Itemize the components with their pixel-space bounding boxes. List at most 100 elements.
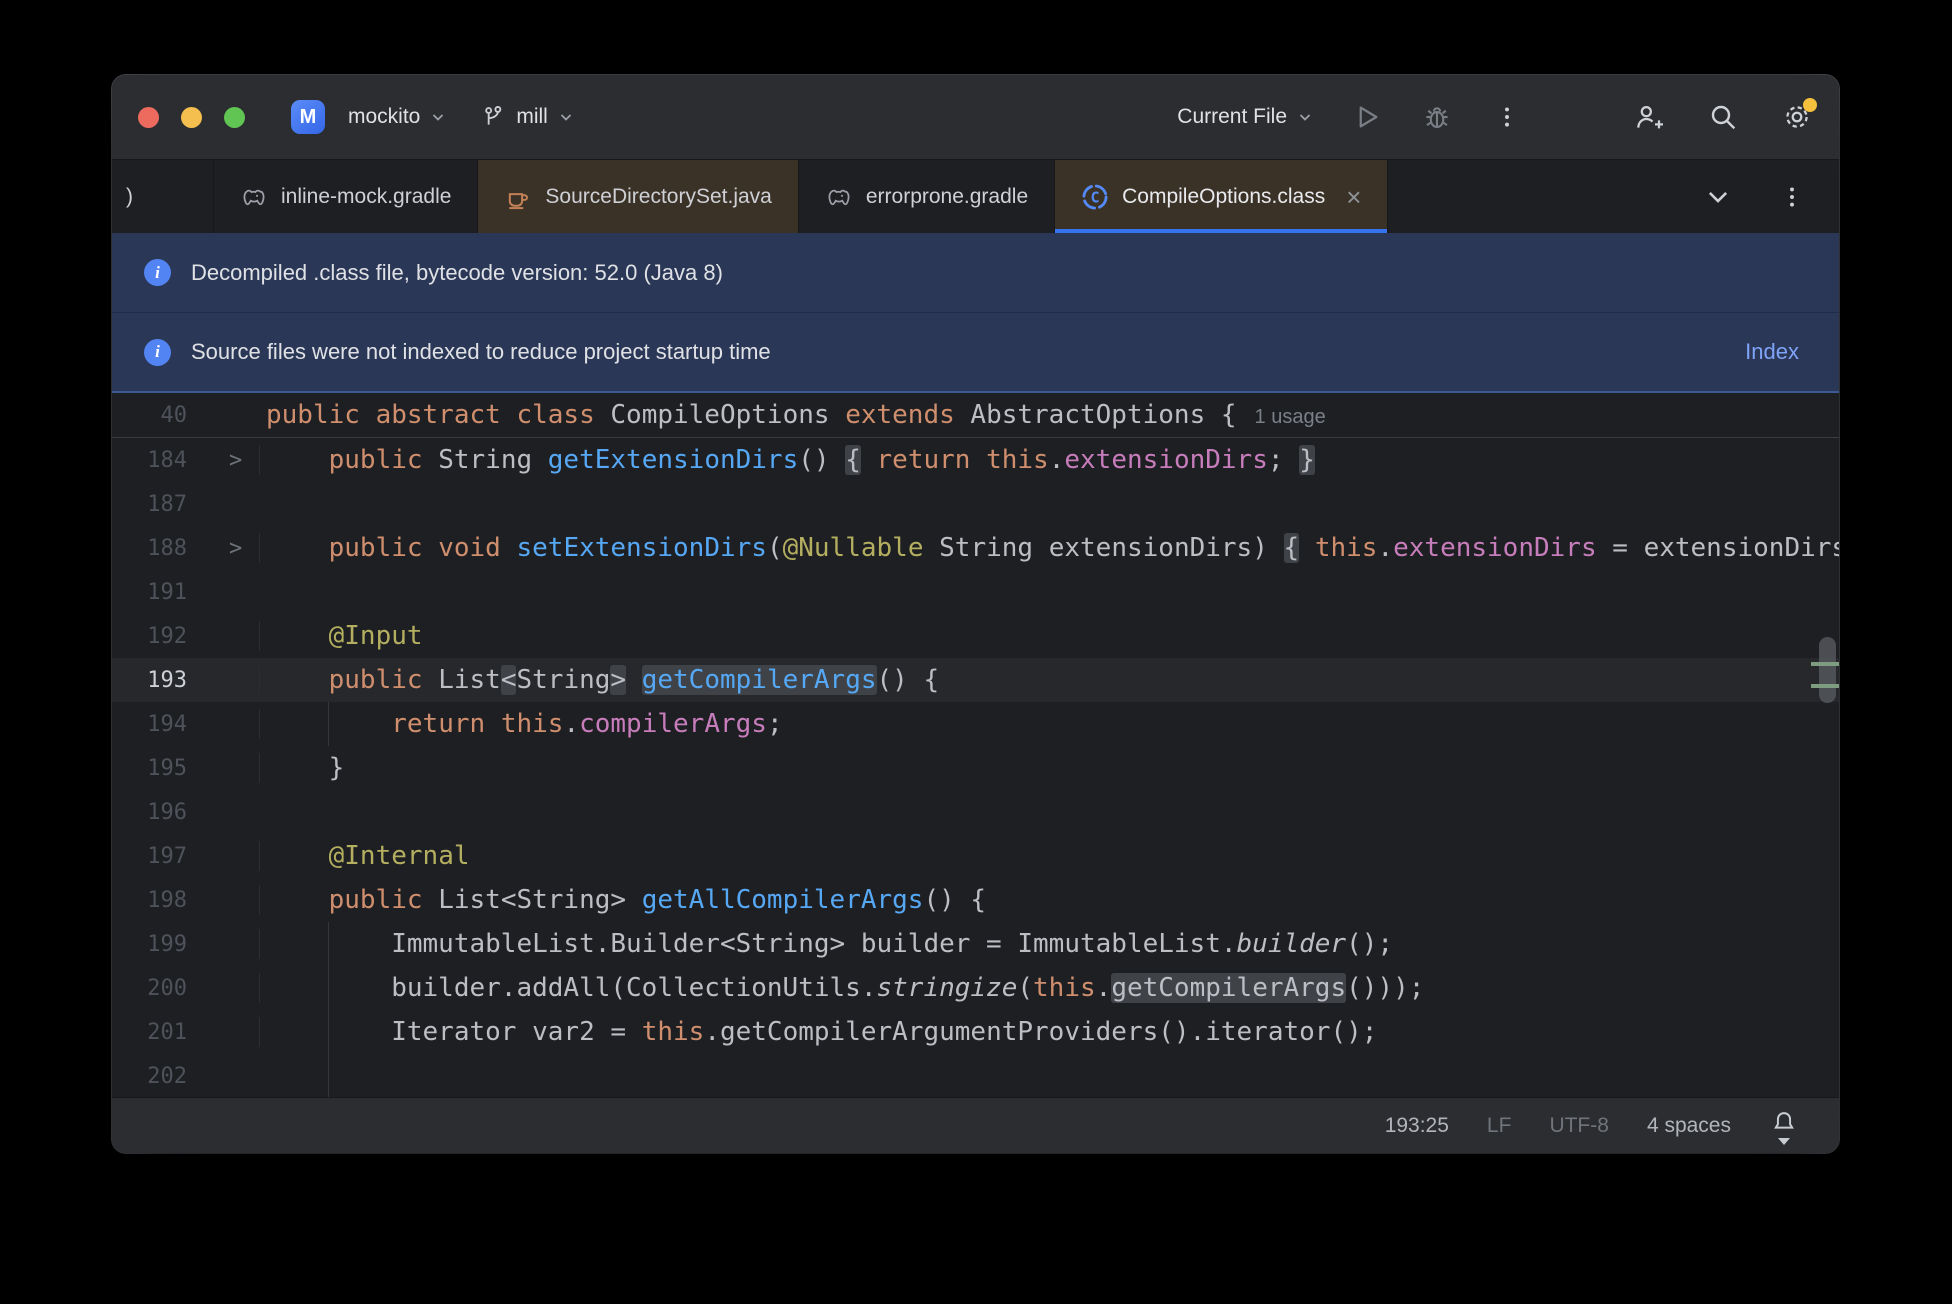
java-icon: [509, 192, 529, 209]
more-actions-button[interactable]: [1491, 101, 1523, 133]
code-line[interactable]: 197 @Internal: [112, 834, 1839, 878]
code-line[interactable]: 188 > public void setExtensionDirs(@Nulla…: [112, 526, 1839, 570]
encoding-widget[interactable]: UTF-8: [1549, 1114, 1609, 1138]
index-link[interactable]: Index: [1745, 339, 1799, 365]
code-token: compilerArgs: [579, 709, 767, 739]
tab-errorprone-gradle[interactable]: errorprone.gradle: [799, 160, 1056, 233]
code-token: List: [422, 665, 501, 695]
code-line[interactable]: 201 Iterator var2 = this.getCompilerArgu…: [112, 1010, 1839, 1054]
tab-sourcedirectoryset-java[interactable]: SourceDirectorySet.java: [478, 160, 799, 233]
scrollbar-thumb[interactable]: [1819, 637, 1836, 703]
code-line[interactable]: 199 ImmutableList.Builder<String> builde…: [112, 922, 1839, 966]
status-bar: 193:25 LF UTF-8 4 spaces: [112, 1097, 1839, 1153]
fold-gutter: [187, 888, 259, 913]
tab-compileoptions-class[interactable]: C CompileOptions.class ×: [1055, 160, 1389, 233]
code-token: setExtensionDirs: [516, 533, 767, 563]
minimize-window-button[interactable]: [181, 106, 202, 128]
code-token: stringize: [876, 973, 1018, 1003]
search-icon: [1711, 105, 1736, 130]
project-widget[interactable]: M mockito: [291, 100, 446, 134]
tab-inline-mock-gradle[interactable]: inline-mock.gradle: [214, 160, 479, 233]
code-token: String: [422, 445, 548, 475]
run-button[interactable]: [1351, 101, 1383, 133]
code-line[interactable]: 196: [112, 790, 1839, 834]
run-configuration-name: Current File: [1177, 105, 1287, 128]
code-token: AbstractOptions: [954, 400, 1221, 430]
info-icon: i: [144, 338, 171, 366]
line-number: 191: [147, 579, 187, 605]
code-line[interactable]: 191: [112, 570, 1839, 614]
close-window-button[interactable]: [138, 106, 159, 128]
info-icon: i: [144, 259, 171, 286]
code-token: String extensionDirs): [923, 533, 1284, 563]
line-number: 200: [147, 975, 187, 1001]
code-line[interactable]: 193 public List<String> getCompilerArgs(…: [112, 658, 1839, 702]
line-number: 184: [147, 447, 187, 473]
code-line[interactable]: 184 > public String getExtensionDirs() { …: [112, 438, 1839, 482]
code-token: @Nullable: [782, 533, 924, 563]
tab-clipped[interactable]: ): [112, 160, 214, 233]
line-number: 194: [147, 711, 187, 737]
code-token: getExtensionDirs: [547, 445, 799, 475]
sticky-header-line[interactable]: 40 public abstract class CompileOptions …: [112, 393, 1839, 438]
code-line[interactable]: 202: [112, 1054, 1839, 1097]
play-icon: [1359, 106, 1378, 128]
caret-position-widget[interactable]: 193:25: [1385, 1114, 1449, 1138]
code-token: void: [438, 533, 501, 563]
settings-notification-dot: [1803, 98, 1817, 112]
code-token: CompileOptions: [594, 400, 846, 430]
maximize-window-button[interactable]: [224, 106, 245, 128]
search-everywhere-button[interactable]: [1707, 101, 1739, 133]
line-number: 196: [147, 799, 187, 825]
tab-label: ): [126, 184, 133, 208]
line-number: 188: [147, 535, 187, 561]
code-token: 1 usage: [1254, 406, 1326, 428]
fold-gutter: [187, 800, 259, 825]
editor-tab-bar: ) inline-mock.gradle SourceDirectorySet.…: [112, 160, 1839, 233]
code-line[interactable]: 192 @Input: [112, 614, 1839, 658]
code-line[interactable]: 200 builder.addAll(CollectionUtils.strin…: [112, 966, 1839, 1010]
tab-options-kebab-icon[interactable]: [1779, 184, 1805, 210]
run-configuration-selector[interactable]: Current File: [1177, 105, 1313, 129]
code-token: List<String>: [422, 885, 642, 915]
line-ending-widget[interactable]: LF: [1487, 1114, 1512, 1138]
fold-gutter: [187, 712, 259, 737]
code-line[interactable]: 187: [112, 482, 1839, 526]
vcs-branch-widget[interactable]: mill: [480, 104, 574, 130]
code-text: public List<String> getCompilerArgs() {: [259, 665, 939, 695]
fold-arrow-icon[interactable]: >: [187, 448, 259, 473]
fold-gutter: [187, 976, 259, 1001]
fold-gutter: [187, 1020, 259, 1045]
code-text: builder.addAll(CollectionUtils.stringize…: [259, 973, 1424, 1003]
code-editor[interactable]: 184 > public String getExtensionDirs() { …: [112, 438, 1839, 1097]
code-with-me-button[interactable]: [1633, 101, 1665, 133]
notifications-button[interactable]: [1769, 1109, 1799, 1145]
code-text: }: [259, 753, 344, 783]
code-token: .: [563, 709, 580, 739]
code-line[interactable]: 194 return this.compilerArgs;: [112, 702, 1839, 746]
fold-arrow-icon[interactable]: >: [187, 536, 259, 561]
code-token: builder: [1236, 929, 1347, 959]
code-token: .: [1095, 973, 1112, 1003]
code-token: public: [328, 445, 423, 475]
code-line[interactable]: 195 }: [112, 746, 1839, 790]
banner-text: Decompiled .class file, bytecode version…: [191, 259, 723, 285]
line-number: 202: [147, 1063, 187, 1089]
chevron-down-icon: [433, 114, 444, 121]
settings-button[interactable]: [1781, 98, 1817, 133]
code-line[interactable]: 198 public List<String> getAllCompilerAr…: [112, 878, 1839, 922]
code-token: ;: [1267, 445, 1300, 475]
close-tab-icon[interactable]: ×: [1346, 184, 1361, 210]
fold-gutter: [187, 844, 259, 869]
indent-widget[interactable]: 4 spaces: [1647, 1114, 1731, 1138]
debug-button[interactable]: [1421, 101, 1453, 133]
svg-text:C: C: [1091, 188, 1100, 206]
fold-gutter: [187, 756, 259, 781]
line-number: 195: [147, 755, 187, 781]
tab-list-chevron-icon[interactable]: [1705, 184, 1731, 210]
